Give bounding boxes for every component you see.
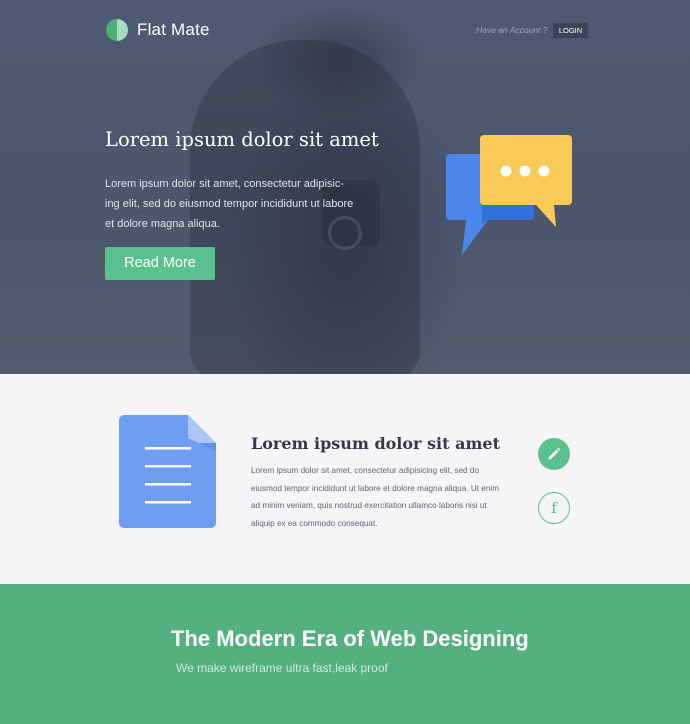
account-prompt: Have an Account ? bbox=[476, 25, 548, 35]
feature-section: Lorem ipsum dolor sit amet Lorem ipsum d… bbox=[0, 374, 690, 584]
edit-button[interactable] bbox=[538, 438, 570, 470]
promo-banner: The Modern Era of Web Designing We make … bbox=[0, 584, 690, 724]
brand-logo[interactable]: Flat Mate bbox=[106, 19, 210, 41]
read-more-button[interactable]: Read More bbox=[105, 247, 215, 280]
feature-title: Lorem ipsum dolor sit amet bbox=[251, 434, 500, 453]
hero-section: Flat Mate Have an Account ? LOGIN Lorem … bbox=[0, 0, 690, 374]
document-icon bbox=[119, 415, 216, 528]
login-button[interactable]: LOGIN bbox=[553, 23, 588, 38]
logo-circle-icon bbox=[106, 19, 128, 41]
hero-title: Lorem ipsum dolor sit amet bbox=[105, 128, 379, 151]
facebook-button[interactable]: f bbox=[538, 492, 570, 524]
chat-bubbles-icon bbox=[446, 135, 572, 255]
banner-title: The Modern Era of Web Designing bbox=[171, 626, 529, 651]
brand-name: Flat Mate bbox=[137, 20, 210, 39]
pencil-icon bbox=[548, 447, 561, 460]
facebook-icon: f bbox=[551, 499, 557, 517]
hero-description: Lorem ipsum dolor sit amet, consectetur … bbox=[105, 178, 354, 230]
feature-description: Lorem ipsum dolor sit amet, consectetur … bbox=[251, 466, 500, 528]
banner-subtitle: We make wireframe ultra fast,leak proof bbox=[176, 661, 388, 675]
